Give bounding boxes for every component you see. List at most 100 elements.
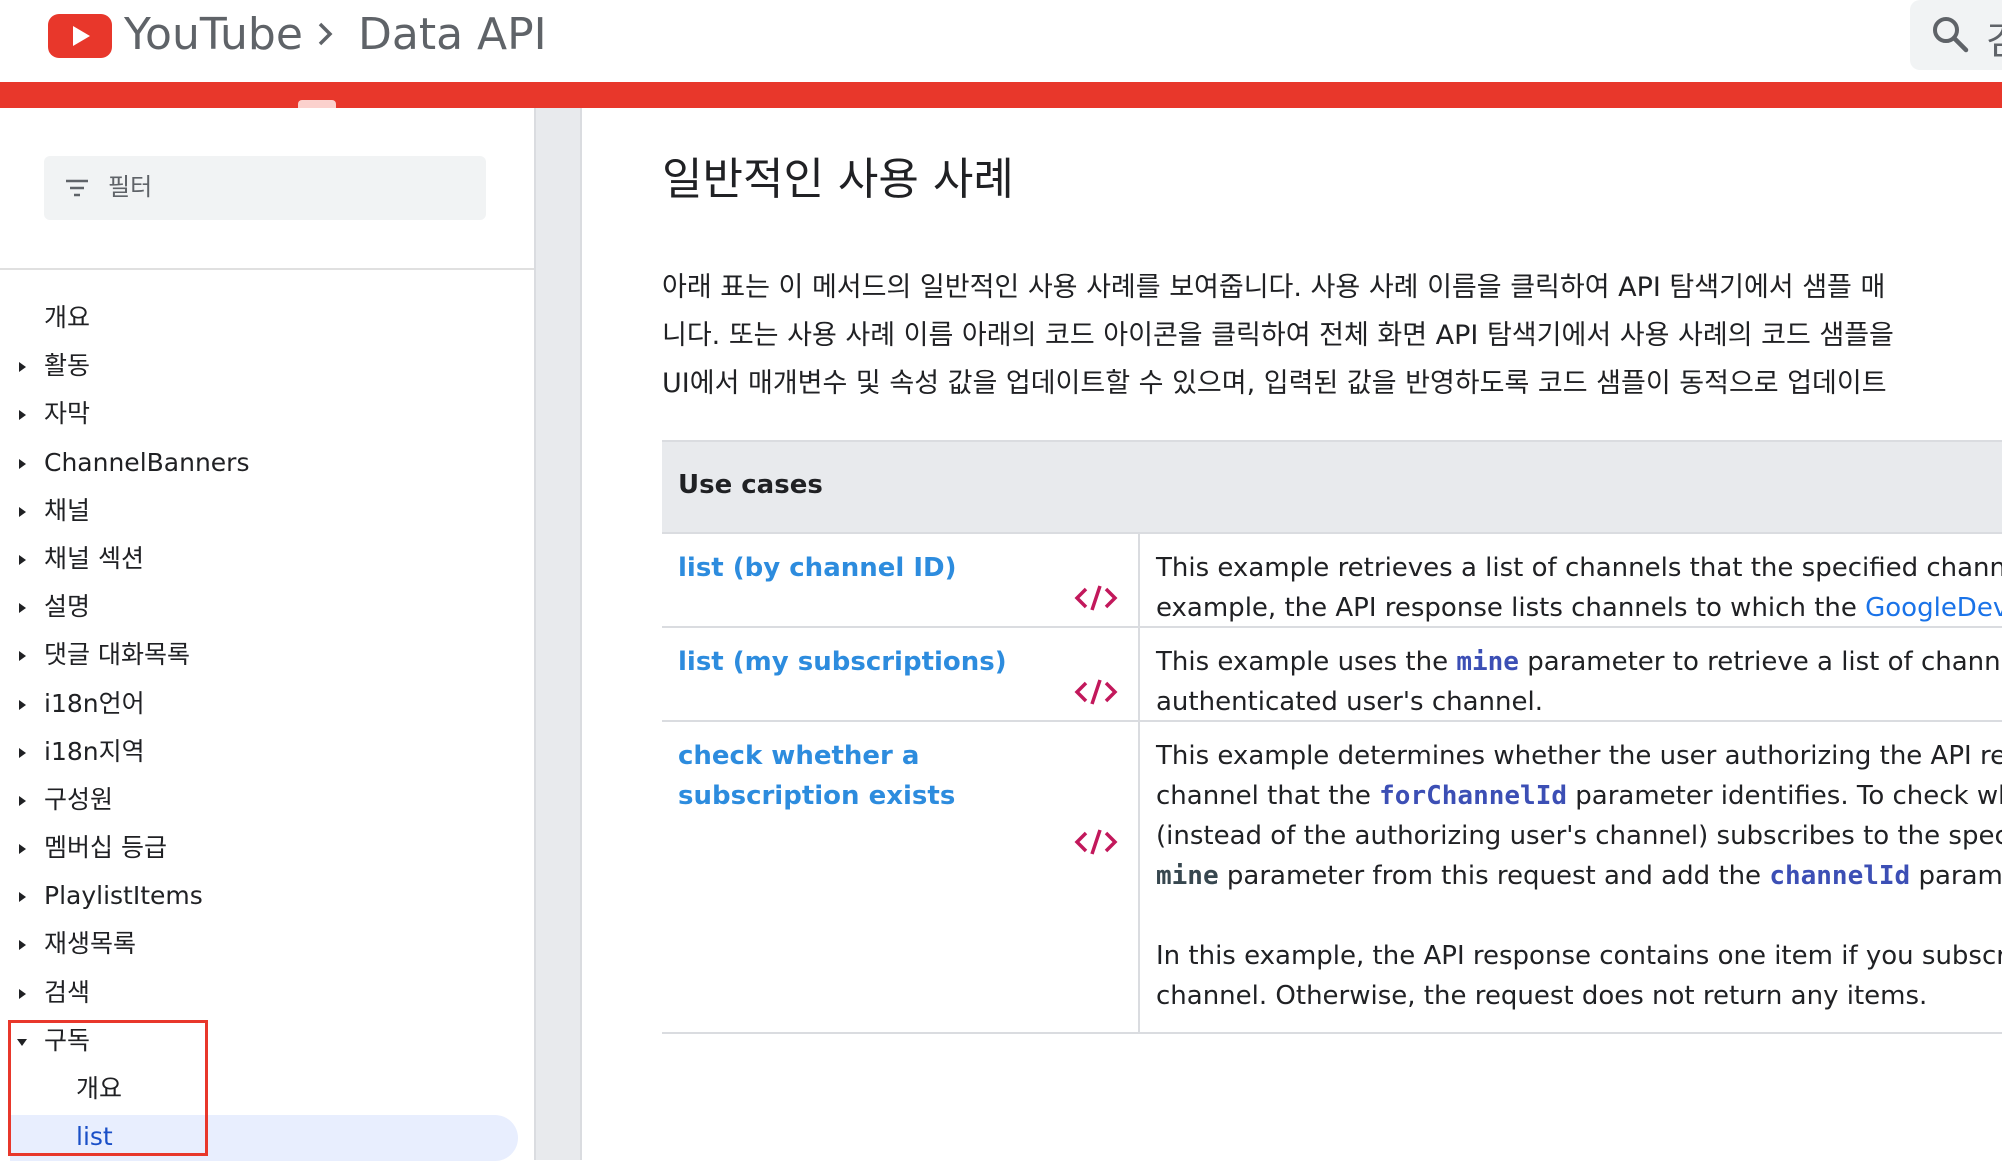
- page-title: 일반적인 사용 사례: [662, 154, 1014, 205]
- annotation-highlight-box: [8, 1020, 208, 1156]
- caret-right-icon[interactable]: [16, 987, 28, 1001]
- description-text: example, the API response lists channels…: [1156, 593, 1866, 623]
- tab-indicator: [298, 100, 336, 108]
- top-header: YouTube Data API 검: [0, 0, 2002, 82]
- sidebar-item-검색[interactable]: 검색: [0, 969, 534, 1017]
- sidebar-item-label: 채널: [44, 495, 91, 525]
- caret-right-icon[interactable]: [16, 408, 28, 422]
- sidebar-item-label: 설명: [44, 592, 91, 622]
- caret-right-icon[interactable]: [16, 698, 28, 712]
- use-case-cell: check whether a subscription exists: [662, 722, 1140, 1032]
- search-placeholder: 검: [1986, 10, 2002, 65]
- description-text: paramete: [1918, 861, 2002, 891]
- sidebar-resize-gutter[interactable]: [534, 108, 582, 1160]
- caret-right-icon[interactable]: [16, 360, 28, 374]
- description-line: mine parameter from this request and add…: [1156, 856, 2002, 896]
- sidebar-item-label: 채널 섹션: [44, 543, 144, 573]
- filter-placeholder: 필터: [108, 173, 153, 201]
- caret-right-icon[interactable]: [16, 649, 28, 663]
- intro-line: 아래 표는 이 메서드의 일반적인 사용 사례를 보여줍니다. 사용 사례 이름…: [662, 272, 1886, 303]
- use-case-cell: list (by channel ID): [662, 534, 1140, 626]
- youtube-logo-icon[interactable]: [48, 14, 112, 58]
- search-box[interactable]: 검: [1910, 0, 2002, 70]
- table-row: list (by channel ID) This example retrie…: [662, 534, 2002, 628]
- filter-input[interactable]: 필터: [44, 156, 486, 220]
- code-mine: mine: [1156, 861, 1219, 891]
- sidebar-item-i18n언어[interactable]: i18n언어: [0, 680, 534, 728]
- sidebar-item-label: i18n언어: [44, 688, 145, 718]
- description-line: In this example, the API response contai…: [1156, 941, 2002, 971]
- description-line: authenticated user's channel.: [1156, 687, 1543, 717]
- sidebar-item-label: 댓글 대화목록: [44, 640, 190, 670]
- sidebar-item-label: 개요: [44, 303, 91, 332]
- description-line: channel that the forChannelId parameter …: [1156, 776, 2002, 816]
- sidebar-item-label: 자막: [44, 399, 91, 429]
- caret-right-icon[interactable]: [16, 842, 28, 856]
- intro-paragraph: 아래 표는 이 메서드의 일반적인 사용 사례를 보여줍니다. 사용 사례 이름…: [662, 264, 2002, 408]
- channel-link[interactable]: GoogleDevelo: [1865, 593, 2002, 623]
- sidebar-item-채널-섹션[interactable]: 채널 섹션: [0, 535, 534, 583]
- sidebar-item-활동[interactable]: 활동: [0, 342, 534, 390]
- code-channelid: channelId: [1769, 861, 1911, 891]
- caret-right-icon[interactable]: [16, 794, 28, 808]
- description-line: channel. Otherwise, the request does not…: [1156, 981, 1928, 1011]
- caret-right-icon[interactable]: [16, 890, 28, 904]
- caret-right-icon[interactable]: [16, 938, 28, 952]
- description-line: example, the API response lists channels…: [1156, 588, 2002, 628]
- sidebar: 필터 개요활동자막 ChannelBanners 채널채널 섹션설명댓글 대화목록 i…: [0, 108, 534, 1161]
- caret-right-icon[interactable]: [16, 553, 28, 567]
- sidebar-item-자막[interactable]: 자막: [0, 390, 534, 438]
- code-forchannelid: forChannelId: [1379, 781, 1567, 811]
- sidebar-item-i18n지역[interactable]: i18n지역: [0, 728, 534, 776]
- use-case-description: This example retrieves a list of channel…: [1156, 548, 2002, 628]
- sidebar-item-label: 구성원: [44, 784, 114, 814]
- sidebar-item-playlistitems[interactable]: PlaylistItems: [0, 872, 534, 920]
- sidebar-divider: [0, 268, 534, 270]
- table-row: check whether a subscription exists This…: [662, 722, 2002, 1034]
- caret-right-icon[interactable]: [16, 746, 28, 760]
- sidebar-item-채널[interactable]: 채널: [0, 487, 534, 535]
- caret-right-icon[interactable]: [16, 505, 28, 519]
- use-case-description: This example determines whether the user…: [1156, 736, 2002, 1016]
- use-case-link[interactable]: list (my subscriptions): [678, 642, 1098, 682]
- table-header-label: Use cases: [678, 470, 823, 500]
- intro-line: UI에서 매개변수 및 속성 값을 업데이트할 수 있으며, 입력된 값을 반영…: [662, 368, 1887, 399]
- sidebar-item-구성원[interactable]: 구성원: [0, 776, 534, 824]
- sidebar-item-개요[interactable]: 개요: [0, 294, 534, 342]
- description-text: This example uses the: [1156, 647, 1457, 677]
- use-case-description: This example uses the mine parameter to …: [1156, 642, 2002, 722]
- caret-right-icon[interactable]: [16, 457, 28, 471]
- sidebar-item-label: 멤버십 등급: [44, 833, 167, 863]
- description-line: (instead of the authorizing user's chann…: [1156, 821, 2002, 851]
- breadcrumb-product[interactable]: Data API: [358, 7, 547, 63]
- breadcrumb-chevron-icon: [318, 22, 333, 46]
- code-icon[interactable]: [1074, 676, 1118, 708]
- intro-line: 니다. 또는 사용 사례 이름 아래의 코드 아이콘을 클릭하여 전체 화면 A…: [662, 320, 1894, 351]
- description-text: parameter to retrieve a list of channels…: [1527, 647, 2002, 677]
- use-cases-table: Use cases list (by channel ID) This exam…: [662, 440, 2002, 1034]
- sidebar-item-label: 재생목록: [44, 929, 137, 959]
- sidebar-item-channelbanners[interactable]: ChannelBanners: [0, 439, 534, 487]
- sidebar-item-label: 활동: [44, 351, 91, 381]
- description-line: This example retrieves a list of channel…: [1156, 553, 2002, 583]
- use-case-link[interactable]: list (by channel ID): [678, 548, 1098, 588]
- sidebar-item-label: 검색: [44, 977, 91, 1007]
- brand-name[interactable]: YouTube: [124, 7, 303, 63]
- sidebar-item-멤버십-등급[interactable]: 멤버십 등급: [0, 824, 534, 872]
- caret-right-icon[interactable]: [16, 601, 28, 615]
- description-text: channel that the: [1156, 781, 1380, 811]
- use-case-link[interactable]: check whether a subscription exists: [678, 736, 1098, 816]
- sidebar-item-재생목록[interactable]: 재생목록: [0, 920, 534, 968]
- search-icon[interactable]: [1930, 14, 1970, 54]
- filter-icon: [66, 179, 88, 197]
- code-icon[interactable]: [1074, 826, 1118, 858]
- main-content: 일반적인 사용 사례 아래 표는 이 메서드의 일반적인 사용 사례를 보여줍니…: [582, 108, 2002, 1160]
- sidebar-item-설명[interactable]: 설명: [0, 583, 534, 631]
- sidebar-item-댓글-대화목록[interactable]: 댓글 대화목록: [0, 631, 534, 679]
- code-icon[interactable]: [1074, 582, 1118, 614]
- sidebar-item-label: ChannelBanners: [44, 447, 250, 477]
- use-case-cell: list (my subscriptions): [662, 628, 1140, 720]
- table-row: list (my subscriptions) This example use…: [662, 628, 2002, 722]
- table-header: Use cases: [662, 440, 2002, 534]
